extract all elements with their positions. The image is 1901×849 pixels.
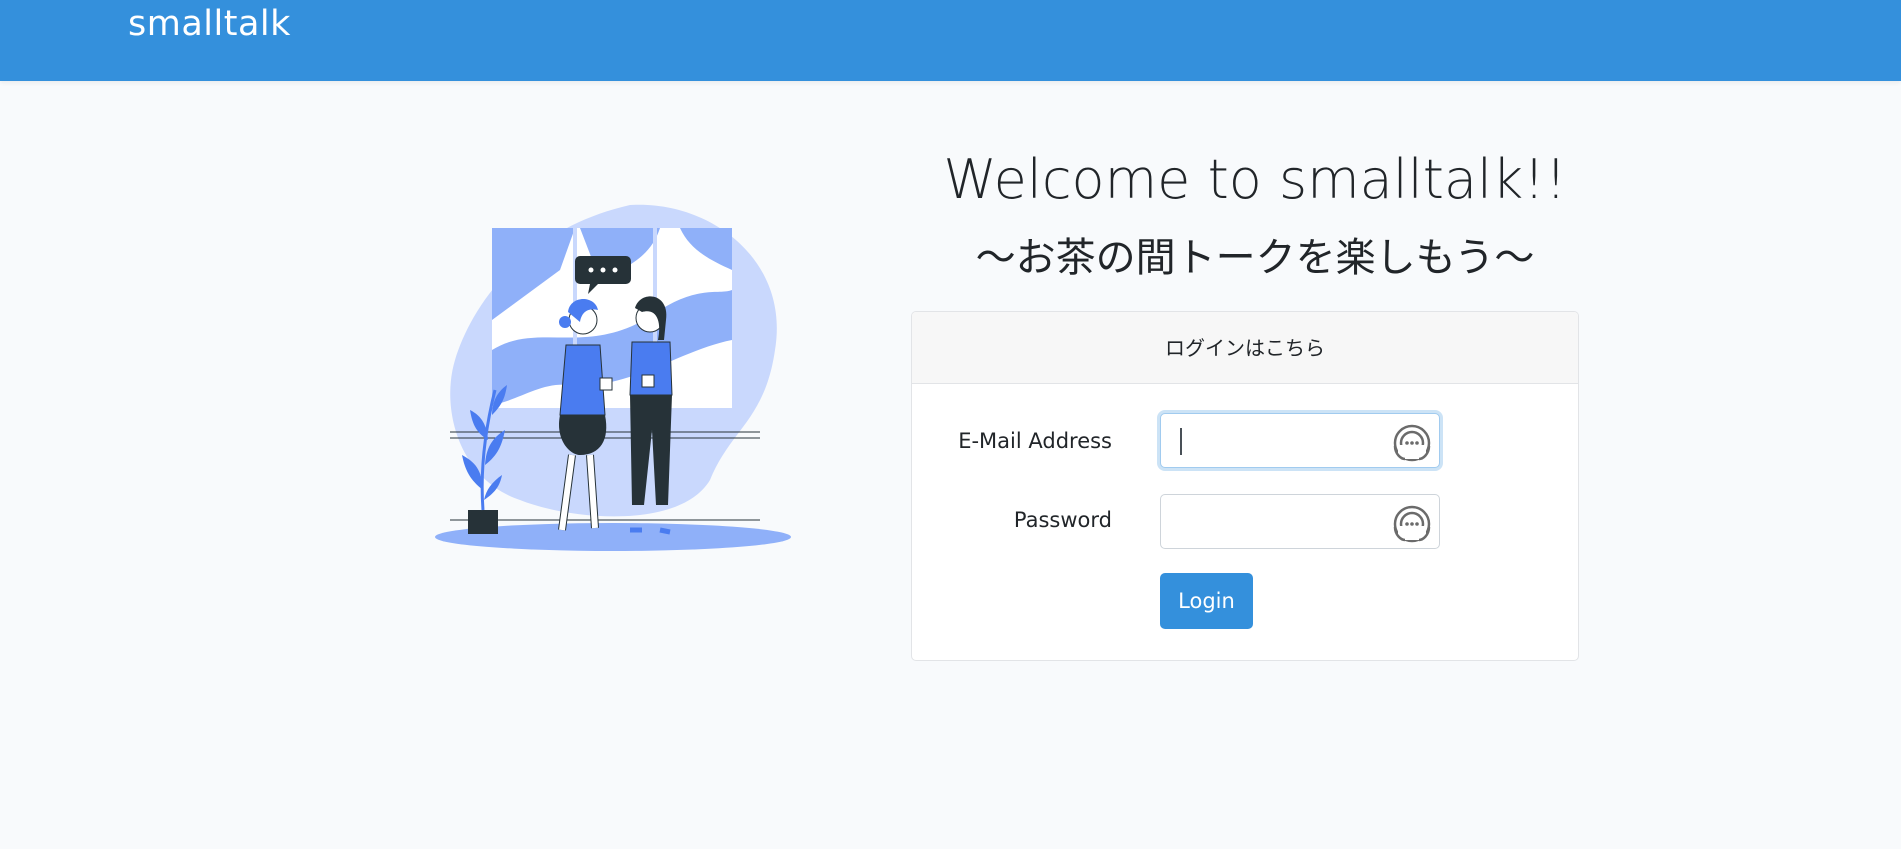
chat-illustration [435,204,791,551]
password-manager-icon[interactable] [1393,424,1431,462]
email-input[interactable] [1160,413,1440,468]
welcome-subtitle: ～お茶の間トークを楽しもう～ [975,235,1535,281]
brand-link[interactable]: smalltalk [128,4,291,44]
login-card: ログインはこちら E-Mail Address Password Login [911,311,1579,661]
card-header: ログインはこちら [912,312,1578,384]
password-input[interactable] [1160,494,1440,549]
password-manager-icon[interactable] [1393,505,1431,543]
text-caret [1180,428,1182,455]
email-label: E-Mail Address [958,429,1112,453]
navbar: smalltalk [0,0,1901,81]
login-button[interactable]: Login [1160,573,1253,629]
plant-pot [468,510,498,534]
password-label: Password [1013,508,1112,532]
welcome-heading: Welcome to smalltalk!! [943,148,1567,211]
